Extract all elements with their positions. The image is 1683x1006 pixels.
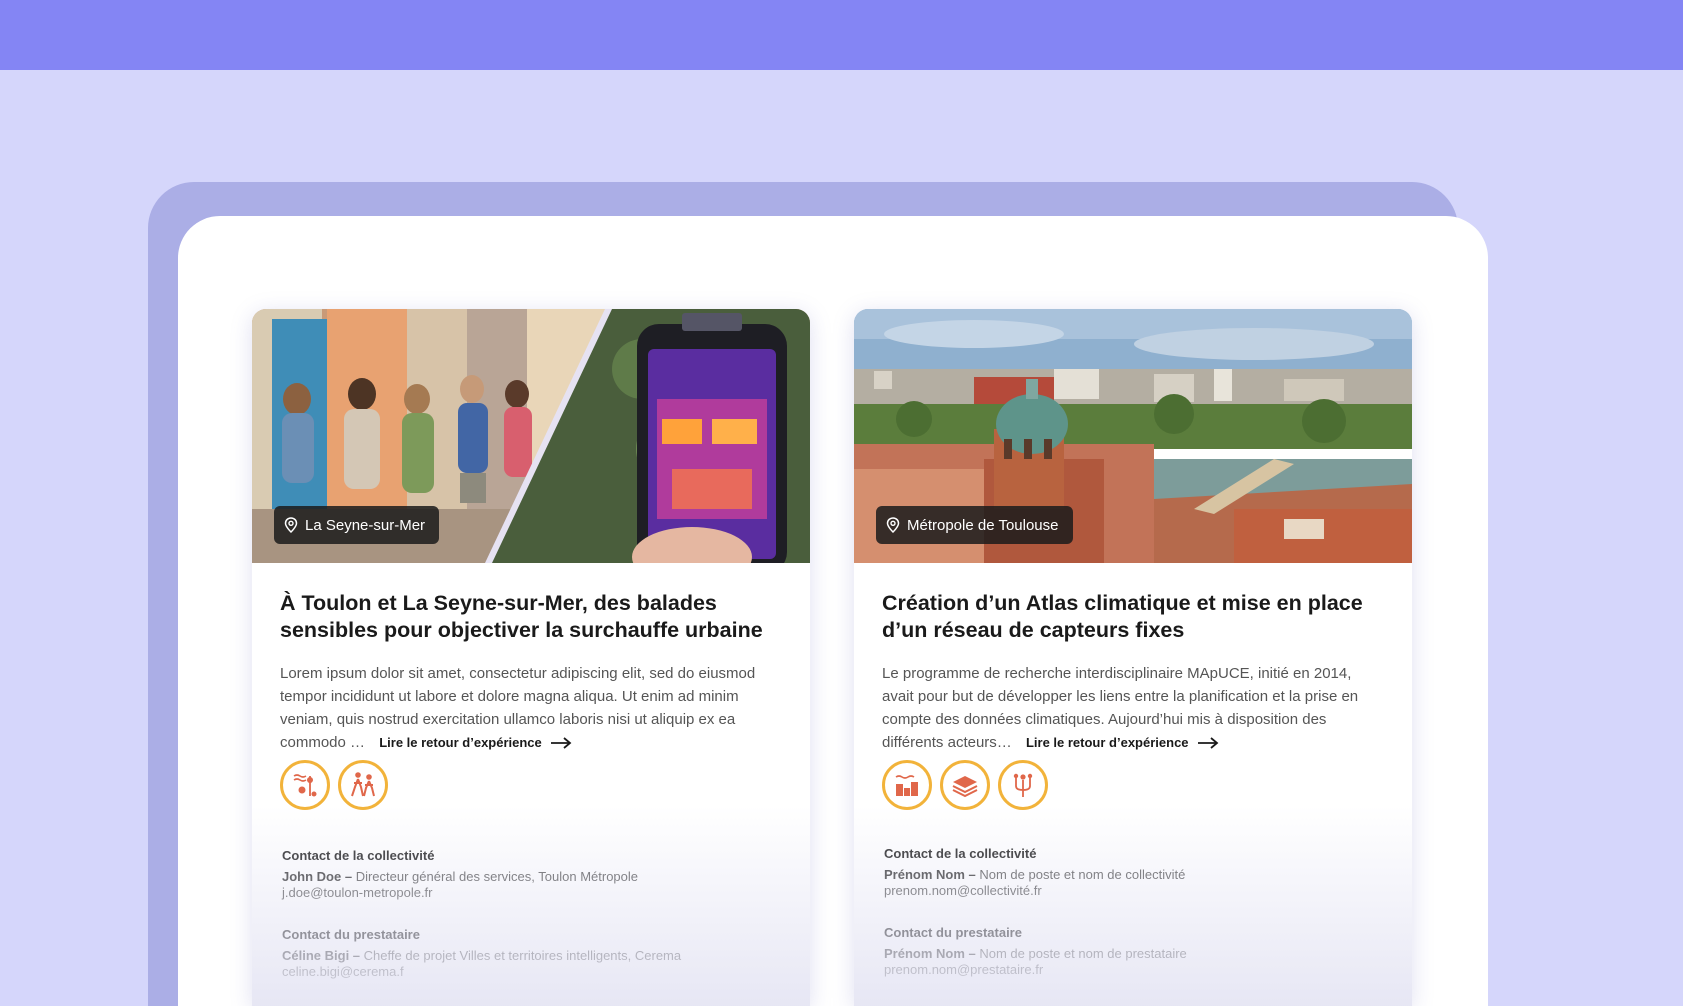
contact-role: Nom de poste et nom de prestataire: [979, 946, 1187, 961]
contact-name: Prénom Nom –: [884, 867, 976, 882]
card-description: Le programme de recherche interdisciplin…: [882, 662, 1382, 754]
contact-prestataire: Contact du prestataire Céline Bigi – Che…: [282, 927, 792, 980]
contact-email[interactable]: prenom.nom@prestataire.fr: [884, 962, 1394, 978]
contact-role: Directeur général des services, Toulon M…: [355, 869, 638, 884]
card-photo: Métropole de Toulouse: [854, 309, 1412, 563]
card-title[interactable]: Création d’un Atlas climatique et mise e…: [882, 590, 1382, 644]
contact-collectivite: Contact de la collectivité Prénom Nom – …: [884, 846, 1394, 899]
arrow-right-icon: [1197, 736, 1218, 749]
map-layers-icon[interactable]: [940, 760, 990, 810]
theme-icons: [882, 760, 1048, 810]
contact-heading: Contact du prestataire: [282, 927, 420, 942]
contact-name-role: John Doe – Directeur général des service…: [282, 869, 792, 885]
card-photo: La Seyne-sur-Mer: [252, 309, 810, 563]
contact-email[interactable]: celine.bigi@cerema.f: [282, 964, 792, 980]
sensor-network-icon[interactable]: [998, 760, 1048, 810]
contact-heading: Contact de la collectivité: [884, 846, 1037, 861]
experience-card-la-seyne[interactable]: La Seyne-sur-Mer À Toulon et La Seyne-su…: [252, 309, 810, 1006]
heat-island-icon[interactable]: [280, 760, 330, 810]
contact-heading: Contact de la collectivité: [282, 848, 435, 863]
contact-collectivite: Contact de la collectivité John Doe – Di…: [282, 848, 792, 901]
contact-name-role: Prénom Nom – Nom de poste et nom de pres…: [884, 946, 1394, 962]
contact-name-role: Céline Bigi – Cheffe de projet Villes et…: [282, 948, 792, 964]
theme-icons: [280, 760, 388, 810]
read-experience-link[interactable]: Lire le retour d’expérience: [1026, 731, 1219, 754]
location-badge: Métropole de Toulouse: [876, 506, 1073, 544]
contact-name: Prénom Nom –: [884, 946, 976, 961]
card-description: Lorem ipsum dolor sit amet, consectetur …: [280, 662, 780, 754]
read-experience-label: Lire le retour d’expérience: [379, 735, 542, 750]
location-label: La Seyne-sur-Mer: [305, 516, 426, 534]
contact-role: Nom de poste et nom de collectivité: [979, 867, 1186, 882]
contact-name: Céline Bigi –: [282, 948, 361, 963]
city-heat-icon[interactable]: [882, 760, 932, 810]
contact-prestataire: Contact du prestataire Prénom Nom – Nom …: [884, 925, 1394, 978]
contact-heading: Contact du prestataire: [884, 925, 1022, 940]
contact-name-role: Prénom Nom – Nom de poste et nom de coll…: [884, 867, 1394, 883]
read-experience-label: Lire le retour d’expérience: [1025, 735, 1189, 750]
read-experience-link[interactable]: Lire le retour d’expérience: [379, 731, 572, 754]
card-title[interactable]: À Toulon et La Seyne-sur-Mer, des balade…: [280, 590, 780, 644]
location-badge: La Seyne-sur-Mer: [274, 506, 440, 544]
top-bar: [0, 0, 1683, 70]
people-walking-icon[interactable]: [338, 760, 388, 810]
contact-role: Cheffe de projet Villes et territoires i…: [363, 948, 682, 963]
location-label: Métropole de Toulouse: [907, 516, 1059, 534]
contact-email[interactable]: prenom.nom@collectivité.fr: [884, 883, 1394, 899]
contact-name: John Doe –: [282, 869, 353, 884]
map-pin-icon: [886, 517, 900, 533]
experience-card-toulouse[interactable]: Métropole de Toulouse Création d’un Atla…: [854, 309, 1412, 1006]
map-pin-icon: [284, 517, 298, 533]
contact-email[interactable]: j.doe@toulon-metropole.fr: [282, 885, 792, 901]
arrow-right-icon: [550, 736, 572, 749]
